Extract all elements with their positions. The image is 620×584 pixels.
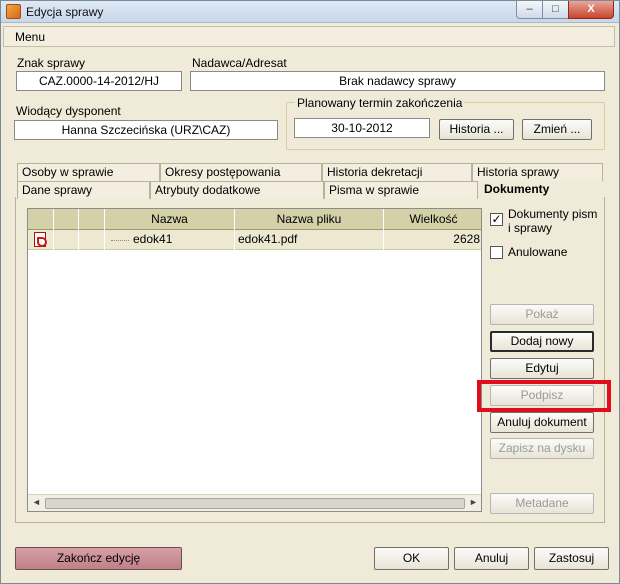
maximize-button[interactable]: □ — [542, 1, 569, 19]
menu-item-menu[interactable]: Menu — [15, 30, 45, 44]
edit-button[interactable]: Edytuj — [490, 358, 594, 379]
documents-checkbox[interactable]: ✓ — [490, 213, 503, 226]
table-row[interactable]: edok41 edok41.pdf 2628 — [28, 230, 481, 250]
dispatcher-label: Wiodący dysponent — [16, 104, 121, 118]
case-number-field[interactable]: CAZ.0000-14-2012/HJ — [16, 71, 182, 91]
case-number-label: Znak sprawy — [17, 56, 86, 70]
sign-highlight-frame — [477, 380, 611, 412]
column-indicator — [28, 209, 54, 230]
history-button[interactable]: Historia ... — [439, 119, 514, 140]
dispatcher-field[interactable]: Hanna Szczecińska (URZ\CAZ) — [14, 120, 278, 140]
close-button[interactable]: X — [568, 1, 614, 19]
row-filename: edok41.pdf — [235, 230, 384, 250]
app-icon — [6, 4, 21, 19]
metadata-button[interactable]: Metadane — [490, 493, 594, 514]
sender-label: Nadawca/Adresat — [192, 56, 287, 70]
column-icon — [54, 209, 79, 230]
finish-edit-button[interactable]: Zakończ edycję — [15, 547, 182, 570]
scrollbar-thumb[interactable] — [45, 498, 465, 509]
row-pdf-cell — [28, 230, 54, 250]
tab-case-history[interactable]: Historia sprawy — [472, 163, 603, 181]
scroll-left-icon[interactable]: ◄ — [32, 497, 41, 507]
add-new-button[interactable]: Dodaj nowy — [490, 331, 594, 352]
tab-persons[interactable]: Osoby w sprawie — [17, 163, 160, 181]
window-title: Edycja sprawy — [26, 5, 104, 19]
column-name[interactable]: Nazwa — [105, 209, 235, 230]
menu-bar: Menu — [3, 26, 615, 47]
cancel-button[interactable]: Anuluj — [454, 547, 529, 570]
show-button[interactable]: Pokaż — [490, 304, 594, 325]
row-name-cell: edok41 — [105, 230, 235, 250]
edit-case-window: Edycja sprawy – □ X Menu Znak sprawy CAZ… — [0, 0, 620, 584]
cancelled-checkbox-label: Anulowane — [508, 245, 568, 259]
grid-header: Nazwa Nazwa pliku Wielkość — [28, 209, 481, 230]
column-size[interactable]: Wielkość — [384, 209, 481, 230]
row-cell-empty — [54, 230, 79, 250]
column-filename[interactable]: Nazwa pliku — [235, 209, 384, 230]
horizontal-scrollbar[interactable]: ◄ ► — [28, 494, 481, 511]
tab-decree-history[interactable]: Historia dekretacji — [322, 163, 472, 181]
minimize-button[interactable]: – — [516, 1, 543, 19]
row-cell-empty — [79, 230, 105, 250]
pdf-icon — [34, 232, 47, 247]
planned-end-label: Planowany termin zakończenia — [295, 96, 465, 110]
documents-grid: Nazwa Nazwa pliku Wielkość edok41 edok41… — [27, 208, 482, 512]
planned-end-field[interactable]: 30-10-2012 — [294, 118, 430, 138]
apply-button[interactable]: Zastosuj — [534, 547, 609, 570]
tab-periods[interactable]: Okresy postępowania — [160, 163, 322, 181]
ok-button[interactable]: OK — [374, 547, 449, 570]
row-name: edok41 — [133, 232, 173, 246]
column-type — [79, 209, 105, 230]
cancel-document-button[interactable]: Anuluj dokument — [490, 412, 594, 433]
title-bar: Edycja sprawy – □ X — [1, 1, 619, 23]
change-button[interactable]: Zmień ... — [522, 119, 592, 140]
save-to-disk-button[interactable]: Zapisz na dysku — [490, 438, 594, 459]
cancelled-checkbox[interactable] — [490, 246, 503, 259]
sender-field[interactable]: Brak nadawcy sprawy — [190, 71, 605, 91]
row-size: 2628 — [453, 232, 480, 246]
tree-connector — [111, 240, 129, 241]
scroll-right-icon[interactable]: ► — [469, 497, 478, 507]
documents-checkbox-label: Dokumenty pism i sprawy — [508, 207, 598, 235]
